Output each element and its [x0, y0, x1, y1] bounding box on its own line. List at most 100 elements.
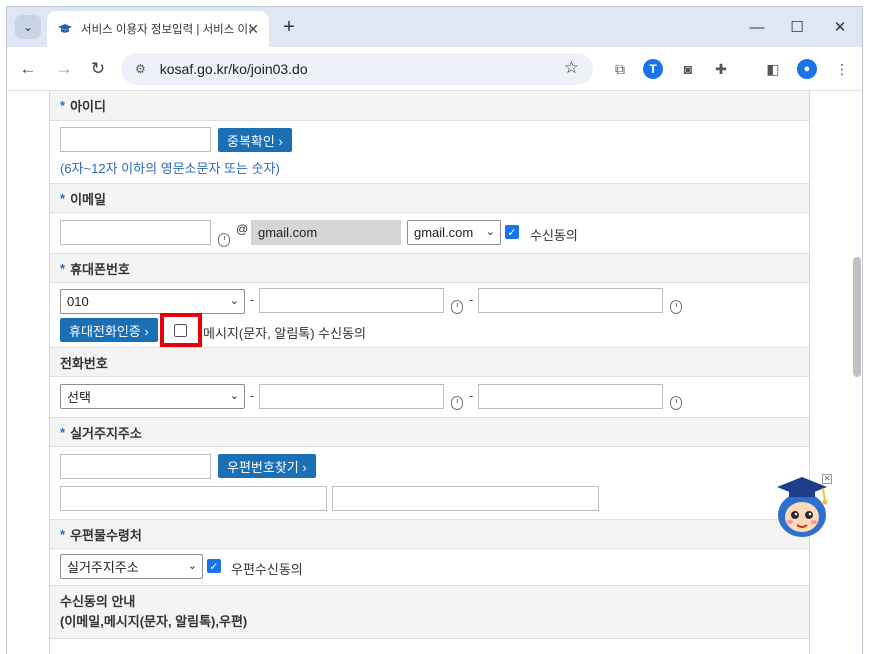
side-panel-icon[interactable]: ◧	[762, 58, 784, 80]
page-content: * 아이디 중복확인 › (6자~12자 이하의 영문소문자 또는 숫자) * …	[7, 91, 850, 654]
maximize-button[interactable]: ☐	[782, 15, 812, 39]
required-mark: *	[60, 98, 66, 113]
address-label-row: * 실거주지주소	[50, 417, 809, 447]
required-mark: *	[60, 424, 66, 440]
menu-icon[interactable]: ⋮	[831, 58, 853, 80]
required-mark: *	[60, 190, 66, 206]
mobile-dash-2: -	[469, 292, 474, 307]
translate-icon[interactable]: T	[643, 59, 663, 79]
email-domain-select[interactable]: gmail.com ⌄	[407, 220, 501, 245]
userid-label: 아이디	[70, 99, 106, 114]
email-label-row: * 이메일	[50, 183, 809, 213]
tab-title: 서비스 이용자 정보입력 | 서비스 이용자	[81, 24, 251, 36]
postcode-search-button[interactable]: 우편번호찾기 ›	[218, 454, 316, 478]
mail-dest-select[interactable]: 실거주지주소 ⌄	[60, 554, 203, 579]
mail-dest-label: 우편물수령처	[70, 527, 142, 543]
phone-dash-1: -	[250, 388, 255, 403]
phone-dash-2: -	[469, 388, 474, 403]
email-consent-checkbox[interactable]: ✓	[505, 225, 519, 239]
email-consent-label: 수신동의	[530, 228, 578, 243]
mouse-icon	[451, 396, 463, 410]
mobile-dash-1: -	[250, 292, 255, 307]
email-id-input[interactable]	[60, 220, 211, 245]
camera-icon[interactable]: ◙	[677, 58, 699, 80]
mouse-icon	[218, 233, 230, 247]
mobile-field-row: 010 ⌄ - - 휴대전화인증 › 메시지(문자, 알림톡) 수신동의	[50, 283, 809, 347]
mobile-label-row: * 휴대폰번호	[50, 253, 809, 283]
forward-icon[interactable]: →	[51, 57, 77, 81]
mail-consent-label: 우편수신동의	[231, 562, 303, 577]
phone-prefix-select[interactable]: 선택 ⌄	[60, 384, 245, 409]
userid-hint: (6자~12자 이하의 영문소문자 또는 숫자)	[60, 161, 280, 176]
address-bar[interactable]: ⚙ kosaf.go.kr/ko/join03.do ☆	[121, 53, 593, 85]
chevron-down-icon: ⌄	[187, 560, 197, 572]
consent-info-field-row	[50, 639, 809, 654]
email-domain-select-value: gmail.com	[414, 225, 474, 240]
address-input[interactable]	[60, 486, 327, 511]
browser-tab[interactable]: 서비스 이용자 정보입력 | 서비스 이용자 ✕	[47, 11, 269, 47]
mobile-middle-input[interactable]	[259, 288, 444, 313]
page-scrollbar[interactable]	[850, 91, 862, 654]
required-mark: *	[60, 260, 66, 276]
phone-label-row: 전화번호	[50, 347, 809, 377]
mobile-label: 휴대폰번호	[70, 261, 130, 277]
browser-toolbar: ← → ↻ ⚙ kosaf.go.kr/ko/join03.do ☆ ⧉ T ◙…	[7, 47, 862, 91]
minimize-button[interactable]: —	[742, 15, 772, 39]
reload-icon[interactable]: ↻	[85, 57, 111, 81]
phone-label: 전화번호	[60, 355, 108, 371]
browser-window: ⌄ 서비스 이용자 정보입력 | 서비스 이용자 ✕ + — ☐ ✕ ← → ↻…	[6, 6, 863, 654]
mobile-prefix-value: 010	[67, 294, 89, 309]
userid-field-row: 중복확인 › (6자~12자 이하의 영문소문자 또는 숫자)	[50, 121, 809, 183]
extensions-icon[interactable]: ✚	[710, 58, 732, 80]
scrollbar-thumb[interactable]	[853, 257, 861, 377]
mail-dest-select-value: 실거주지주소	[67, 560, 139, 575]
consent-info-title: 수신동의 안내	[60, 594, 136, 609]
userid-input[interactable]	[60, 127, 211, 152]
email-domain-input[interactable]: gmail.com	[251, 220, 401, 245]
chevron-down-icon: ⌄	[229, 295, 239, 307]
mobile-prefix-select[interactable]: 010 ⌄	[60, 289, 245, 314]
join-form: * 아이디 중복확인 › (6자~12자 이하의 영문소문자 또는 숫자) * …	[49, 91, 810, 654]
phone-middle-input[interactable]	[259, 384, 444, 409]
consent-info-row: 수신동의 안내 (이메일,메시지(문자, 알림톡),우편)	[50, 585, 809, 639]
email-label: 이메일	[70, 191, 106, 207]
email-field-row: @ gmail.com gmail.com ⌄ ✓ 수신동의	[50, 213, 809, 253]
mail-dest-label-row: * 우편물수령처	[50, 519, 809, 549]
mail-dest-field-row: 실거주지주소 ⌄ ✓ 우편수신동의	[50, 549, 809, 585]
chevron-down-icon: ⌄	[229, 390, 239, 402]
star-icon[interactable]: ☆	[564, 58, 579, 78]
consent-info-detail: (이메일,메시지(문자, 알림톡),우편)	[60, 614, 248, 629]
mouse-icon	[670, 396, 682, 410]
site-info-icon[interactable]: ⚙	[135, 62, 146, 76]
phone-prefix-value: 선택	[67, 390, 91, 405]
address-detail-input[interactable]	[332, 486, 599, 511]
tab-search-icon[interactable]: ⌄	[15, 15, 41, 39]
tab-close-icon[interactable]: ✕	[247, 21, 259, 38]
address-field-row: 우편번호찾기 ›	[50, 447, 809, 519]
duplicate-check-button[interactable]: 중복확인 ›	[218, 128, 292, 152]
postcode-input[interactable]	[60, 454, 211, 479]
mouse-icon	[670, 300, 682, 314]
mobile-last-input[interactable]	[478, 288, 663, 313]
phone-field-row: 선택 ⌄ - -	[50, 377, 809, 417]
tab-strip: ⌄ 서비스 이용자 정보입력 | 서비스 이용자 ✕ + — ☐ ✕	[7, 7, 862, 47]
close-window-button[interactable]: ✕	[825, 15, 855, 39]
mouse-icon	[451, 300, 463, 314]
new-tab-button[interactable]: +	[277, 15, 301, 39]
mascot-close-icon[interactable]: ✕	[822, 474, 832, 484]
copy-icon[interactable]: ⧉	[609, 58, 631, 80]
mail-consent-checkbox[interactable]: ✓	[207, 559, 221, 573]
message-consent-checkbox[interactable]	[174, 324, 187, 337]
phone-last-input[interactable]	[478, 384, 663, 409]
chevron-down-icon: ⌄	[485, 226, 495, 238]
back-icon[interactable]: ←	[15, 57, 41, 81]
userid-label-row: * 아이디	[50, 91, 809, 121]
graduation-cap-icon	[57, 21, 73, 37]
profile-icon[interactable]: ●	[797, 59, 817, 79]
address-label: 실거주지주소	[70, 425, 142, 441]
url-text: kosaf.go.kr/ko/join03.do	[159, 61, 308, 77]
email-at: @	[236, 222, 249, 236]
message-consent-label: 메시지(문자, 알림톡) 수신동의	[203, 326, 367, 341]
required-mark: *	[60, 526, 66, 542]
mobile-verify-button[interactable]: 휴대전화인증 ›	[60, 318, 158, 342]
